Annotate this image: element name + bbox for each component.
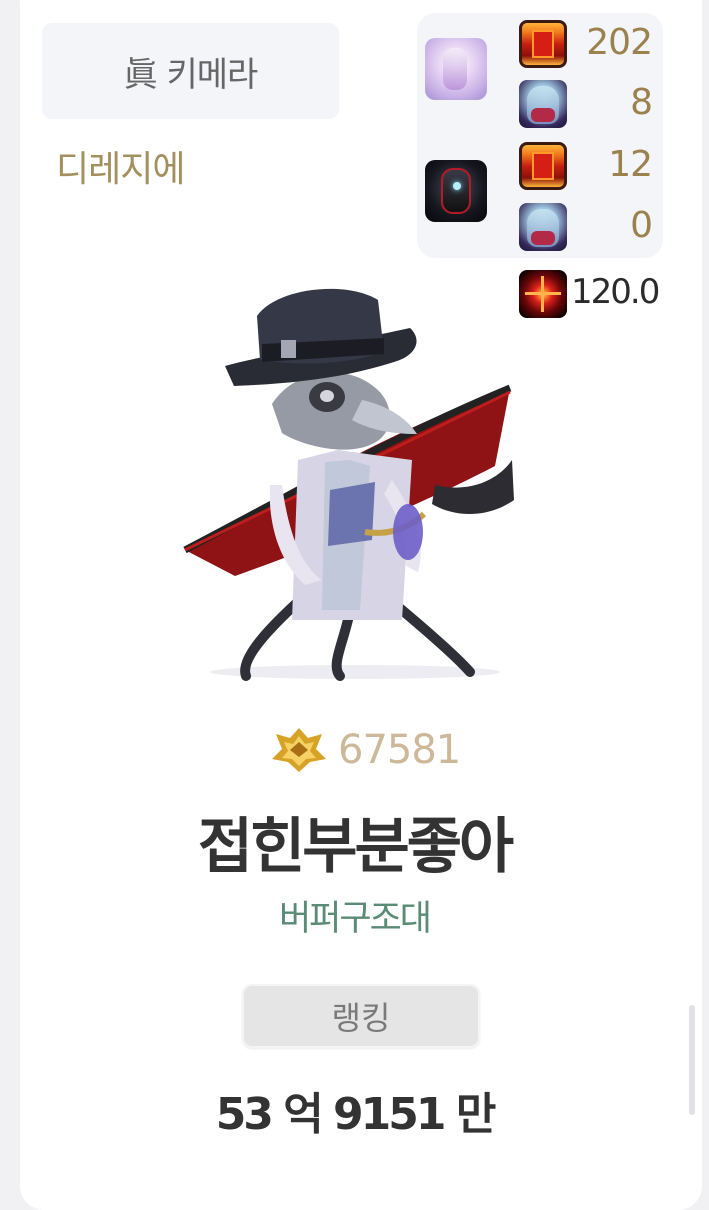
fame-value: 67581 <box>338 727 461 773</box>
blessing-character-avatar-icon <box>425 38 487 100</box>
scroll-value-1: 202 <box>586 22 653 63</box>
server-name: 디레지에 <box>56 149 185 190</box>
dark-knight-avatar-icon <box>425 160 487 222</box>
job-title-box: 眞 키메라 <box>42 23 339 119</box>
scroll-icon <box>519 20 567 68</box>
character-icon <box>519 80 567 128</box>
ranking-button-label: 랭킹 <box>331 999 391 1037</box>
guild-name[interactable]: 버퍼구조대 <box>0 890 709 941</box>
character-image <box>180 280 520 700</box>
job-title: 眞 키메라 <box>123 54 259 95</box>
character-name: 접힌부분좋아 <box>197 812 514 882</box>
scroll-icon <box>519 142 567 190</box>
gold-emblem-icon <box>272 728 326 772</box>
scroll-value-2: 12 <box>608 144 653 185</box>
character-icon <box>519 203 567 251</box>
ranking-button[interactable]: 랭킹 <box>242 984 480 1048</box>
character-value-2: 0 <box>630 205 653 246</box>
damage-value: 53 억 9151 만 <box>215 1089 497 1140</box>
character-value-1: 8 <box>630 82 653 123</box>
critical-value: 120.0 <box>571 272 660 312</box>
crosshair-target-icon <box>519 270 567 318</box>
fame-row: 67581 <box>270 725 461 775</box>
